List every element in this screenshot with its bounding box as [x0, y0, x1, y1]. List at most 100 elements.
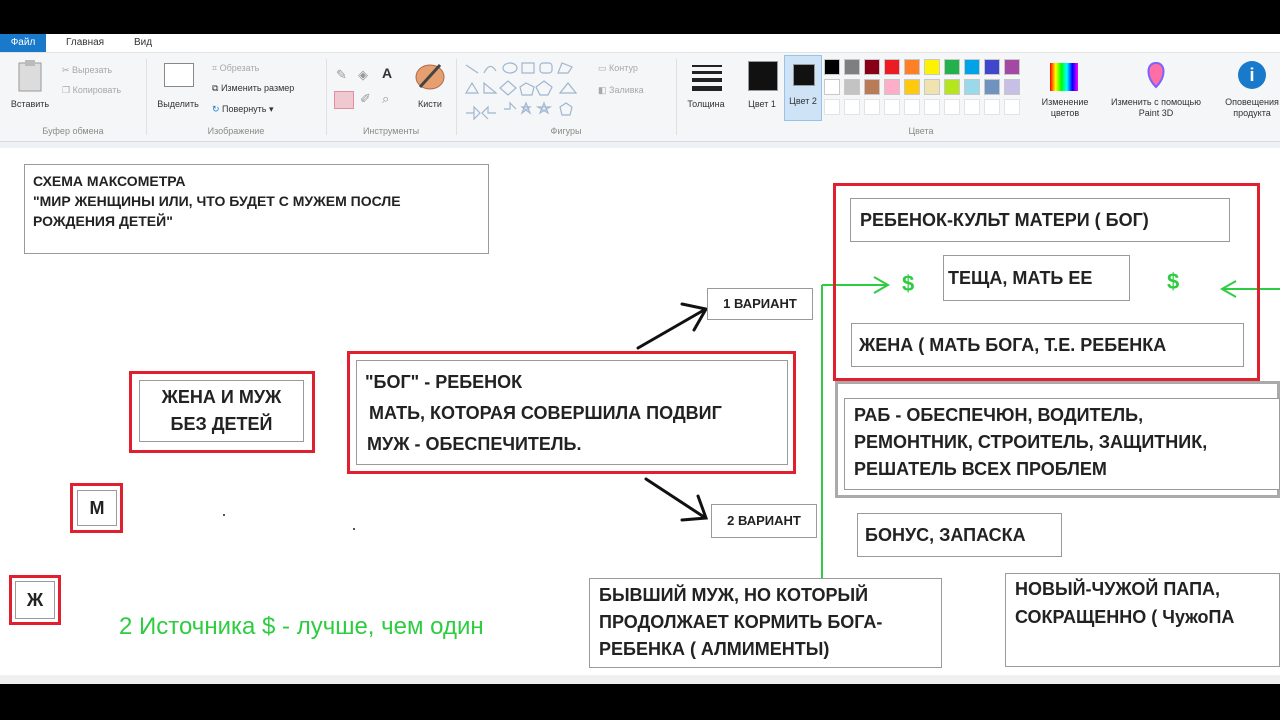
tab-home[interactable]: Главная [56, 34, 114, 52]
color-swatch[interactable] [1004, 79, 1020, 95]
custom-color-swatch[interactable] [1004, 99, 1020, 115]
color-swatch[interactable] [904, 59, 920, 75]
color-swatch[interactable] [884, 59, 900, 75]
paint3d-label: Изменить с помощью Paint 3D [1110, 97, 1201, 118]
notifications-label: Оповещения продукта [1225, 97, 1279, 118]
crop-icon: ⌗ [212, 63, 220, 73]
custom-color-swatch[interactable] [844, 99, 860, 115]
separator [676, 59, 677, 135]
resize-icon: ⧉ [212, 83, 221, 93]
cut-button[interactable]: ✂ Вырезать [62, 65, 112, 76]
bonus-box: БОНУС, ЗАПАСКА [857, 513, 1062, 557]
tool-text[interactable]: A [382, 65, 392, 81]
slave-line: РАБ - ОБЕСПЕЧЮН, ВОДИТЕЛЬ, [854, 405, 1144, 425]
variant2-box: 2 ВАРИАНТ [711, 504, 817, 538]
scissors-icon: ✂ [62, 65, 73, 75]
color-swatch[interactable] [924, 59, 940, 75]
chevron-down-icon: ▾ [266, 104, 274, 114]
new-dad-box: НОВЫЙ-ЧУЖОЙ ПАПА, СОКРАЩЕННО ( ЧужоПА [1005, 573, 1280, 667]
color1-swatch [748, 61, 778, 91]
color-swatch[interactable] [864, 79, 880, 95]
resize-button[interactable]: ⧉ Изменить размер [212, 83, 294, 94]
edit-colors-button[interactable]: Изменение цветов [1030, 57, 1100, 123]
color-swatch[interactable] [924, 79, 940, 95]
thickness-button[interactable]: Толщина [682, 57, 730, 121]
color-swatch[interactable] [904, 79, 920, 95]
color-swatch[interactable] [984, 59, 1000, 75]
color-swatch[interactable] [944, 59, 960, 75]
wife-box: ЖЕНА ( МАТЬ БОГА, Т.Е. РЕБЕНКА [851, 323, 1244, 367]
custom-color-swatch[interactable] [824, 99, 840, 115]
tools-group-label: Инструменты [362, 126, 420, 136]
custom-color-swatch[interactable] [864, 99, 880, 115]
paint3d-icon [1147, 61, 1165, 89]
slave-box: РАБ - ОБЕСПЕЧЮН, ВОДИТЕЛЬ, РЕМОНТНИК, СТ… [844, 398, 1280, 490]
tool-picker[interactable]: ✐ [360, 91, 371, 107]
shapes-group-label: Фигуры [550, 126, 582, 136]
clipboard-group-label: Буфер обмена [42, 126, 104, 136]
color-palette[interactable] [824, 59, 1034, 129]
custom-color-swatch[interactable] [924, 99, 940, 115]
thickness-icon [692, 65, 722, 91]
rotate-button[interactable]: ↻ Повернуть ▾ [212, 104, 274, 115]
color-swatch[interactable] [844, 59, 860, 75]
tab-file[interactable]: Файл [0, 34, 46, 52]
paste-button[interactable]: Вставить [6, 57, 54, 117]
tool-magnifier[interactable]: ⌕ [382, 91, 389, 107]
color-swatch[interactable] [864, 59, 880, 75]
fill-button[interactable]: ◧ Заливка [598, 85, 644, 96]
color-swatch[interactable] [984, 79, 1000, 95]
color-wheel-icon [1050, 63, 1078, 91]
drawing-canvas[interactable]: СХЕМА МАКСОМЕТРА "МИР ЖЕНЩИНЫ ИЛИ, ЧТО Б… [0, 148, 1280, 675]
tool-eraser[interactable] [334, 91, 354, 109]
status-bar [0, 676, 1280, 684]
copy-button[interactable]: ❐ Копировать [62, 85, 121, 96]
dollar-right: $ [1167, 269, 1180, 294]
tool-fill[interactable]: ◈ [358, 67, 368, 83]
custom-color-swatch[interactable] [984, 99, 1000, 115]
colors-group-label: Цвета [908, 126, 934, 136]
color-swatch[interactable] [944, 79, 960, 95]
color-swatch[interactable] [844, 79, 860, 95]
select-button[interactable]: Выделить [152, 57, 204, 119]
ribbon-tab-bar: Файл Главная Вид [0, 34, 1280, 53]
text-icon: A [382, 65, 393, 81]
outline-label: Контур [609, 63, 638, 73]
tool-pencil[interactable]: ✎ [336, 67, 347, 83]
color-swatch[interactable] [824, 79, 840, 95]
color-picker-icon: ✐ [360, 91, 371, 106]
select-icon [164, 63, 194, 87]
color2-label: Цвет 2 [789, 96, 817, 106]
new-dad-line: НОВЫЙ-ЧУЖОЙ ПАПА, [1015, 579, 1221, 599]
ex-husband-box: БЫВШИЙ МУЖ, НО КОТОРЫЙ ПРОДОЛЖАЕТ КОРМИТ… [589, 578, 942, 668]
notifications-button[interactable]: i Оповещения продукта [1212, 57, 1280, 123]
dollar-left: $ [902, 271, 915, 296]
arrow-to-variant2 [644, 477, 706, 519]
outline-icon: ▭ [598, 63, 610, 73]
brushes-button[interactable]: Кисти [410, 57, 450, 121]
custom-color-swatch[interactable] [904, 99, 920, 115]
ex-line: РЕБЕНКА ( АЛМИМЕНТЫ) [599, 639, 830, 659]
color-swatch[interactable] [824, 59, 840, 75]
custom-color-swatch[interactable] [944, 99, 960, 115]
separator [146, 59, 147, 135]
crop-label: Обрезать [219, 63, 260, 73]
color-swatch[interactable] [884, 79, 900, 95]
new-dad-line: СОКРАЩЕННО ( ЧужоПА [1015, 607, 1235, 627]
color-swatch[interactable] [1004, 59, 1020, 75]
paint3d-button[interactable]: Изменить с помощью Paint 3D [1104, 57, 1208, 123]
mother-in-law-box: ТЕЩА, МАТЬ ЕЕ [943, 255, 1130, 301]
fill-bucket-icon: ◈ [358, 67, 368, 82]
shapes-gallery[interactable] [464, 61, 588, 121]
custom-color-swatch[interactable] [884, 99, 900, 115]
outline-button[interactable]: ▭ Контур [598, 63, 638, 74]
custom-color-swatch[interactable] [964, 99, 980, 115]
color-swatch[interactable] [964, 79, 980, 95]
crop-button[interactable]: ⌗ Обрезать [212, 63, 259, 74]
tab-view[interactable]: Вид [124, 34, 162, 52]
magnifier-icon: ⌕ [382, 91, 390, 106]
color-swatch[interactable] [964, 59, 980, 75]
color1-button[interactable]: Цвет 1 [744, 57, 780, 121]
sources-caption: 2 Источника $ - лучше, чем один [119, 613, 484, 640]
color2-button[interactable]: Цвет 2 [784, 55, 822, 121]
